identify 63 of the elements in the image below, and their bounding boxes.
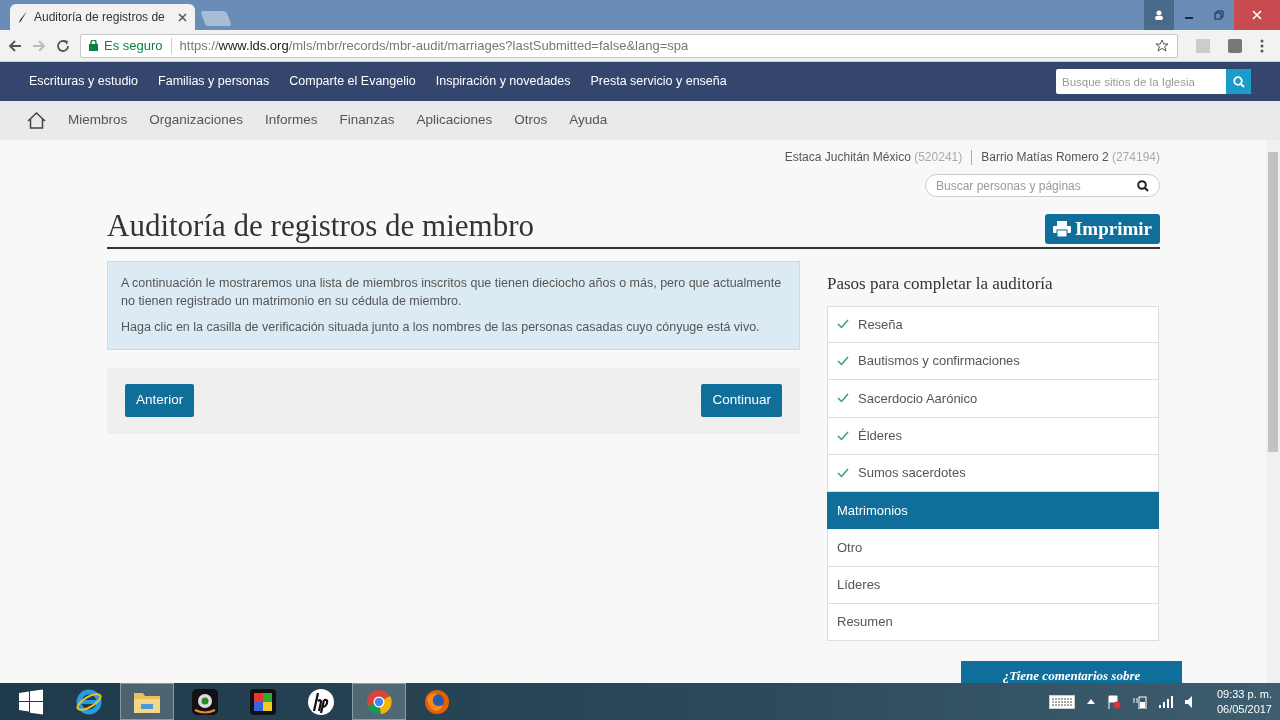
nav-link-item[interactable]: Escrituras y estudio — [29, 72, 139, 91]
stake-label: Estaca Juchitán México (520241) — [784, 149, 963, 166]
battery-icon[interactable] — [1132, 694, 1147, 709]
step-item[interactable]: Sumos sacerdotes — [827, 454, 1159, 493]
print-button[interactable]: Imprimir — [1044, 213, 1160, 245]
check-icon — [837, 319, 849, 330]
step-item[interactable]: Resumen — [827, 604, 1159, 642]
nav-link-item[interactable]: Inspiración y novedades — [435, 72, 571, 91]
menu-item[interactable]: Aplicaciones — [416, 110, 493, 131]
step-item[interactable]: Matrimonios — [827, 492, 1159, 530]
steps-title: Pasos para completar la auditoría — [827, 273, 1054, 296]
check-icon — [837, 468, 849, 478]
menu-icon[interactable] — [1260, 38, 1264, 53]
quill-icon — [18, 11, 28, 23]
search-icon — [1232, 75, 1245, 88]
home-icon[interactable] — [27, 112, 46, 129]
check-icon — [837, 430, 849, 441]
step-item[interactable]: Élderes — [827, 417, 1159, 455]
menu-item[interactable]: Organizaciones — [149, 110, 244, 131]
step-item[interactable]: Bautismos y confirmaciones — [827, 343, 1159, 381]
extension-icon[interactable] — [1228, 38, 1242, 53]
menu-item[interactable]: Miembros — [68, 110, 128, 131]
menu-item[interactable]: Informes — [265, 110, 318, 131]
signal-icon[interactable] — [1158, 695, 1173, 708]
star-icon[interactable] — [1155, 38, 1169, 53]
tab-title: Auditoría de registros de — [34, 9, 165, 26]
info-panel: A continuación le mostraremos una lista de miembros inscritos que tienen dieciocho años o más, pero que actualmente no tienen registrado un matrimonio en su cédula de miembro. Haga clic en la casilla de verificación situada junto a los nombres de las personas casadas cuyo cónyuge está vivo. — [107, 261, 800, 350]
continue-button[interactable]: Continuar — [701, 384, 782, 417]
browser-tab[interactable]: Auditoría de registros de — [10, 4, 195, 30]
clock-time: 09:33 p. m. — [1216, 687, 1272, 702]
step-item[interactable]: Otro — [827, 529, 1159, 567]
nav-link-item[interactable]: Familias y personas — [158, 72, 270, 91]
caret-up-icon[interactable] — [1086, 699, 1095, 704]
previous-button[interactable]: Anterior — [125, 384, 195, 417]
nav-link-item[interactable]: Presta servicio y enseña — [590, 72, 727, 91]
menu-item[interactable]: Ayuda — [569, 110, 608, 131]
keyboard-icon[interactable] — [1048, 694, 1075, 709]
scrollbar[interactable] — [1266, 140, 1280, 683]
url-text: https://www.lds.org/mls/mbr/records/mbr-audit/marriages?lastSubmitted=false&lang=spa — [179, 36, 689, 55]
reload-icon[interactable] — [56, 38, 70, 53]
clock-date: 06/05/2017 — [1216, 701, 1272, 716]
step-item[interactable]: Sacerdocio Aarónico — [827, 380, 1159, 418]
back-icon[interactable] — [8, 38, 22, 53]
step-item[interactable]: Reseña — [827, 305, 1159, 343]
search-button[interactable] — [1226, 69, 1251, 94]
flag-icon[interactable] — [1106, 694, 1121, 709]
search-icon — [1137, 179, 1149, 192]
menu-item[interactable]: Otros — [514, 110, 548, 131]
address-bar[interactable]: Es seguro https://www.lds.org/mls/mbr/records/mbr-audit/marriages?lastSubmitted=false&lang=spa — [80, 33, 1178, 58]
ward-label: Barrio Matías Romero 2 (274194) — [981, 149, 1160, 166]
folder-icon[interactable] — [120, 683, 174, 720]
feedback-tab[interactable]: ¿Tiene comentarios sobre — [961, 661, 1182, 683]
check-icon — [837, 393, 849, 404]
nav-link-item[interactable]: Comparte el Evangelio — [289, 72, 416, 91]
chrome-icon[interactable] — [352, 683, 406, 720]
security-label: Es seguro — [104, 36, 163, 55]
check-icon — [837, 356, 849, 367]
step-item[interactable]: Líderes — [827, 566, 1159, 605]
profile-icon[interactable] — [1144, 0, 1174, 30]
lock-icon — [89, 40, 98, 51]
page-title: Auditoría de registros de miembro — [107, 207, 534, 245]
printer-icon — [1052, 220, 1071, 237]
menu-item[interactable]: Finanzas — [339, 110, 395, 131]
